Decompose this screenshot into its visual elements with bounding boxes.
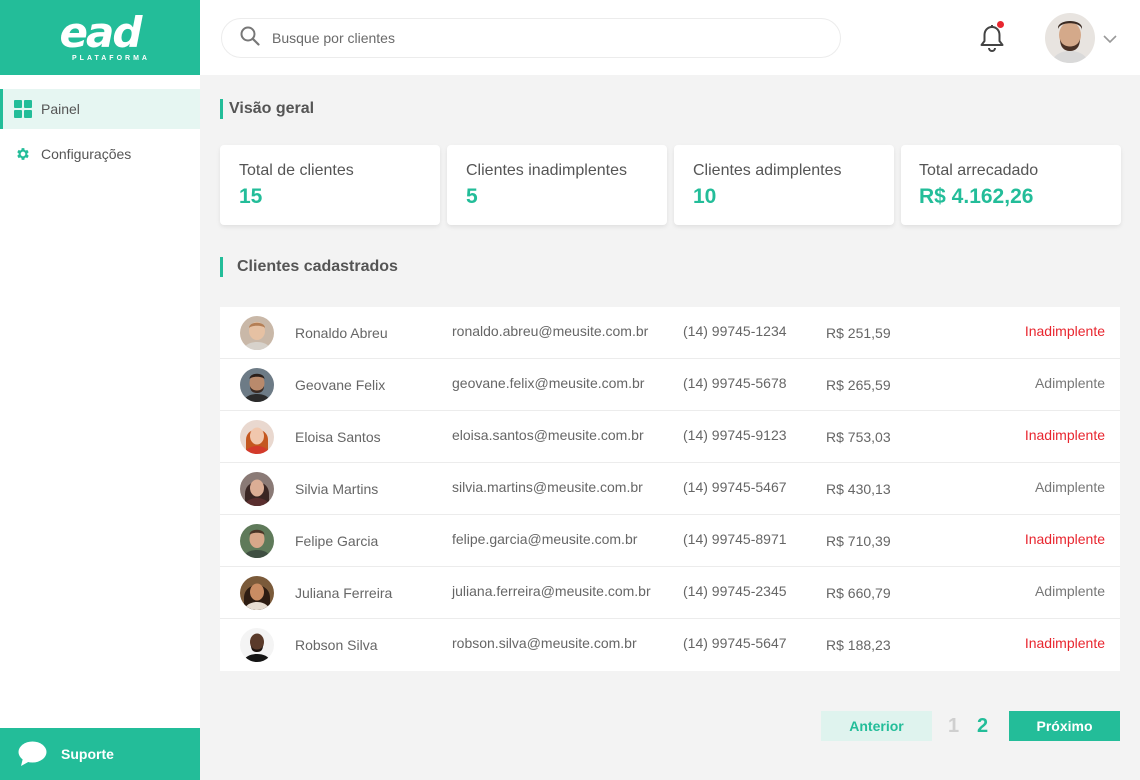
support-button[interactable]: Suporte bbox=[0, 728, 200, 780]
stat-card-defaulting-clients: Clientes inadimplentes 5 bbox=[447, 145, 667, 225]
status-badge: Adimplente bbox=[1034, 375, 1105, 391]
client-phone: (14) 99745-8971 bbox=[683, 531, 787, 547]
chevron-down-icon[interactable] bbox=[1103, 31, 1117, 49]
client-name: Ronaldo Abreu bbox=[295, 325, 388, 341]
client-name: Eloisa Santos bbox=[295, 429, 381, 445]
client-email: geovane.felix@meusite.com.br bbox=[452, 375, 645, 391]
client-phone: (14) 99745-5678 bbox=[683, 375, 787, 391]
table-row[interactable]: Felipe Garcia felipe.garcia@meusite.com.… bbox=[220, 515, 1120, 567]
sidebar-item-label: Painel bbox=[41, 101, 80, 117]
status-badge: Adimplente bbox=[1034, 583, 1105, 599]
sidebar-item-configuracoes[interactable]: Configurações bbox=[0, 134, 200, 174]
stat-value: 10 bbox=[693, 185, 717, 208]
table-row[interactable]: Silvia Martins silvia.martins@meusite.co… bbox=[220, 463, 1120, 515]
client-amount: R$ 188,23 bbox=[826, 637, 891, 653]
table-row[interactable]: Robson Silva robson.silva@meusite.com.br… bbox=[220, 619, 1120, 671]
client-amount: R$ 430,13 bbox=[826, 481, 891, 497]
client-name: Silvia Martins bbox=[295, 481, 379, 497]
stat-card-total-collected: Total arrecadado R$ 4.162,26 bbox=[901, 145, 1121, 225]
pagination: Anterior 1 2 Próximo bbox=[220, 711, 1120, 741]
client-phone: (14) 99745-5467 bbox=[683, 479, 787, 495]
client-avatar bbox=[240, 420, 274, 454]
client-amount: R$ 251,59 bbox=[826, 325, 891, 341]
client-avatar bbox=[240, 316, 274, 350]
client-phone: (14) 99745-5647 bbox=[683, 635, 787, 651]
client-amount: R$ 753,03 bbox=[826, 429, 891, 445]
status-badge: Inadimplente bbox=[1024, 635, 1105, 651]
top-header bbox=[200, 0, 1140, 75]
client-email: robson.silva@meusite.com.br bbox=[452, 635, 637, 651]
sidebar-item-label: Configurações bbox=[41, 146, 132, 162]
client-avatar bbox=[240, 576, 274, 610]
client-email: juliana.ferreira@meusite.com.br bbox=[452, 583, 651, 599]
sidebar-nav: Painel Configurações bbox=[0, 89, 200, 174]
overview-title: Visão geral bbox=[220, 99, 314, 119]
gear-icon bbox=[13, 145, 32, 164]
sidebar-item-painel[interactable]: Painel bbox=[0, 89, 200, 129]
client-email: ronaldo.abreu@meusite.com.br bbox=[452, 323, 649, 339]
client-name: Robson Silva bbox=[295, 637, 378, 653]
logo-subtitle: PLATAFORMA bbox=[72, 55, 150, 62]
client-amount: R$ 660,79 bbox=[826, 585, 891, 601]
support-label: Suporte bbox=[61, 746, 114, 762]
search-icon bbox=[240, 26, 260, 51]
grid-icon bbox=[13, 100, 32, 119]
chat-bubble-icon bbox=[18, 741, 47, 767]
bell-icon bbox=[978, 25, 1006, 58]
table-row[interactable]: Geovane Felix geovane.felix@meusite.com.… bbox=[220, 359, 1120, 411]
page-link-2[interactable]: 2 bbox=[977, 715, 988, 738]
previous-page-button[interactable]: Anterior bbox=[821, 711, 932, 741]
stat-card-compliant-clients: Clientes adimplentes 10 bbox=[674, 145, 894, 225]
next-page-button[interactable]: Próximo bbox=[1009, 711, 1120, 741]
sidebar: ead PLATAFORMA Painel Configurações Supo… bbox=[0, 0, 200, 780]
logo[interactable]: ead PLATAFORMA bbox=[0, 0, 200, 75]
client-email: silvia.martins@meusite.com.br bbox=[452, 479, 643, 495]
clients-table: Ronaldo Abreu ronaldo.abreu@meusite.com.… bbox=[220, 307, 1120, 671]
client-email: eloisa.santos@meusite.com.br bbox=[452, 427, 644, 443]
table-row[interactable]: Juliana Ferreira juliana.ferreira@meusit… bbox=[220, 567, 1120, 619]
status-badge: Inadimplente bbox=[1024, 323, 1105, 339]
table-row[interactable]: Eloisa Santos eloisa.santos@meusite.com.… bbox=[220, 411, 1120, 463]
logo-text: ead bbox=[59, 8, 143, 57]
stat-value: 15 bbox=[239, 185, 263, 208]
client-phone: (14) 99745-2345 bbox=[683, 583, 787, 599]
stat-value: 5 bbox=[466, 185, 478, 208]
stat-card-total-clients: Total de clientes 15 bbox=[220, 145, 440, 225]
client-name: Geovane Felix bbox=[295, 377, 386, 393]
status-badge: Inadimplente bbox=[1024, 531, 1105, 547]
stat-value: R$ 4.162,26 bbox=[919, 185, 1034, 208]
overview-cards: Total de clientes 15 Clientes inadimplen… bbox=[220, 145, 1121, 225]
notifications-button[interactable] bbox=[978, 21, 1006, 54]
client-phone: (14) 99745-9123 bbox=[683, 427, 787, 443]
client-avatar bbox=[240, 628, 274, 662]
client-avatar bbox=[240, 368, 274, 402]
stat-label: Total arrecadado bbox=[919, 162, 1039, 179]
client-avatar bbox=[240, 472, 274, 506]
stat-label: Clientes inadimplentes bbox=[466, 162, 627, 179]
client-email: felipe.garcia@meusite.com.br bbox=[452, 531, 638, 547]
client-avatar bbox=[240, 524, 274, 558]
client-name: Felipe Garcia bbox=[295, 533, 379, 549]
page-link-1[interactable]: 1 bbox=[948, 715, 959, 738]
stat-label: Clientes adimplentes bbox=[693, 162, 842, 179]
user-avatar[interactable] bbox=[1045, 13, 1095, 63]
search-bar[interactable] bbox=[221, 18, 841, 58]
stat-label: Total de clientes bbox=[239, 162, 354, 179]
search-input[interactable] bbox=[272, 30, 812, 46]
status-badge: Inadimplente bbox=[1024, 427, 1105, 443]
clients-title: Clientes cadastrados bbox=[220, 257, 398, 277]
notification-dot bbox=[997, 21, 1004, 28]
client-amount: R$ 265,59 bbox=[826, 377, 891, 393]
status-badge: Adimplente bbox=[1034, 479, 1105, 495]
client-name: Juliana Ferreira bbox=[295, 585, 393, 601]
table-row[interactable]: Ronaldo Abreu ronaldo.abreu@meusite.com.… bbox=[220, 307, 1120, 359]
client-amount: R$ 710,39 bbox=[826, 533, 891, 549]
client-phone: (14) 99745-1234 bbox=[683, 323, 787, 339]
